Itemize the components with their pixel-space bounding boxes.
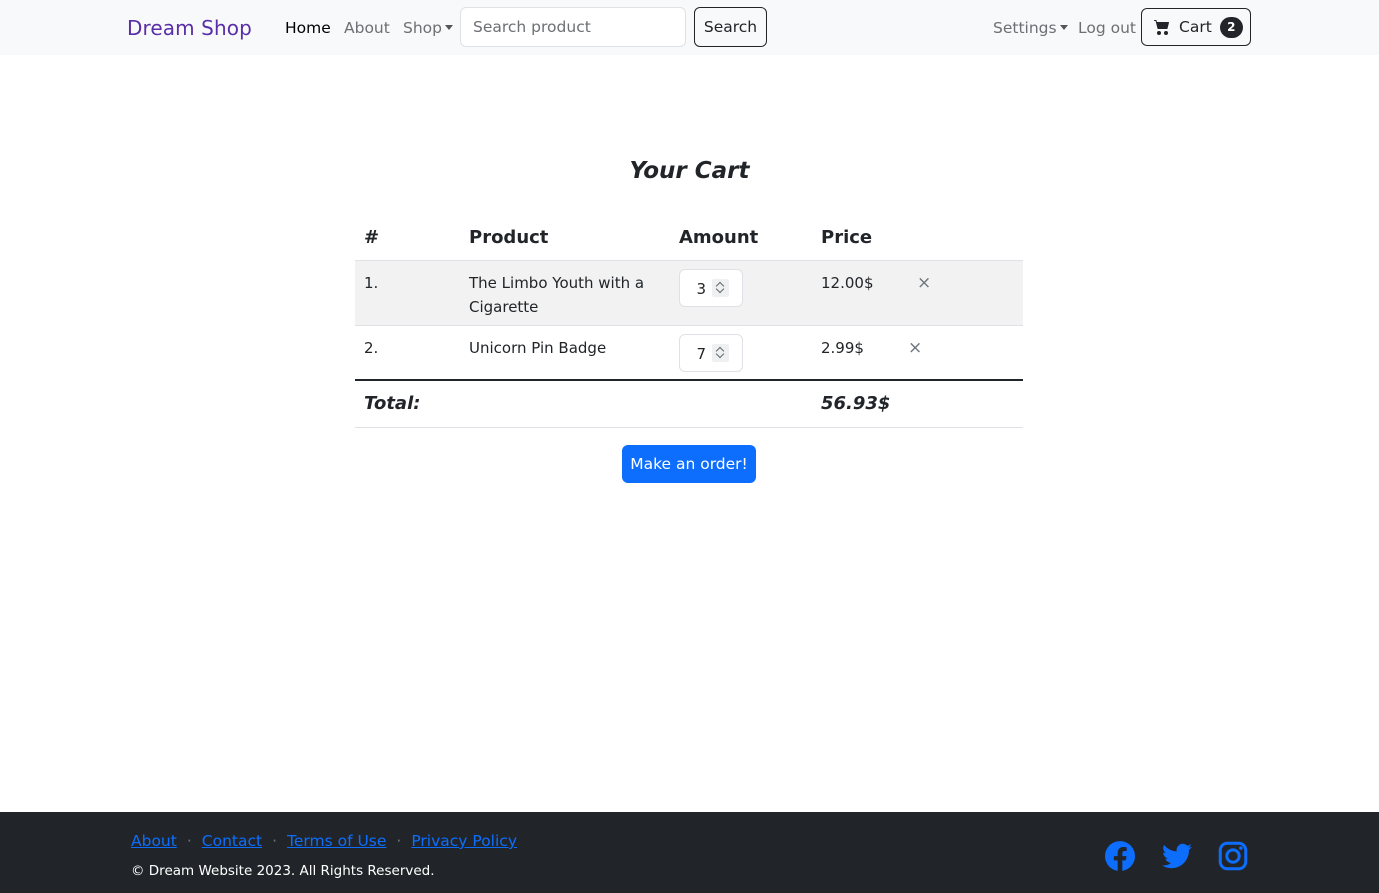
remove-item-button[interactable]: × (908, 339, 922, 357)
row-index: 2. (355, 325, 460, 381)
quantity-value: 3 (696, 279, 706, 298)
column-header-price: Price (812, 216, 904, 261)
cart-icon (1154, 20, 1169, 35)
navbar: Dream Shop Home About Shop Search Settin… (0, 0, 1379, 55)
row-product: Unicorn Pin Badge (460, 325, 670, 381)
cart-label: Cart (1179, 18, 1212, 36)
settings-label: Settings (993, 19, 1057, 37)
row-product: The Limbo Youth with a Cigarette (460, 260, 670, 326)
chevron-down-icon (445, 25, 453, 30)
nav-shop-label: Shop (403, 19, 442, 37)
footer-link-contact[interactable]: Contact (202, 832, 262, 850)
footer-link-terms[interactable]: Terms of Use (287, 832, 386, 850)
facebook-icon[interactable] (1105, 841, 1135, 871)
table-row: 2. Unicorn Pin Badge 7 2.99$ × (355, 325, 1023, 381)
column-header-product: Product (460, 216, 670, 261)
spinner-arrows-icon[interactable] (712, 343, 729, 362)
table-header-row: # Product Amount Price (355, 216, 1023, 261)
nav-home[interactable]: Home (285, 19, 331, 37)
total-value: 56.93$ (812, 380, 1023, 428)
spinner-arrows-icon[interactable] (712, 278, 729, 297)
column-header-amount: Amount (670, 216, 812, 261)
column-header-remove (904, 216, 1023, 261)
table-row: 1. The Limbo Youth with a Cigarette 3 12… (355, 260, 1023, 326)
search-input[interactable] (460, 7, 686, 47)
footer-link-about[interactable]: About (131, 832, 177, 850)
twitter-icon[interactable] (1162, 841, 1192, 871)
separator: · (396, 832, 402, 850)
quantity-value: 7 (696, 344, 706, 363)
search-button[interactable]: Search (694, 7, 767, 47)
separator: · (272, 832, 278, 850)
cart-table: # Product Amount Price 1. The Limbo Yout… (355, 216, 1023, 428)
brand-logo[interactable]: Dream Shop (127, 16, 252, 40)
quantity-stepper[interactable]: 3 (679, 268, 743, 307)
row-remove-cell: × (904, 325, 1023, 381)
footer: About · Contact · Terms of Use · Privacy Polic… (0, 812, 1379, 893)
nav-shop-dropdown[interactable]: Shop (403, 19, 453, 37)
chevron-down-icon (1059, 25, 1068, 30)
instagram-icon[interactable] (1218, 841, 1248, 871)
cart-button[interactable]: Cart 2 (1141, 8, 1251, 46)
footer-link-privacy[interactable]: Privacy Policy (411, 832, 517, 850)
settings-dropdown[interactable]: Settings (993, 19, 1068, 37)
total-row: Total: 56.93$ (355, 380, 1023, 428)
row-price: 12.00$ (812, 260, 904, 326)
page-title: Your Cart (629, 158, 750, 184)
copyright-text: © Dream Website 2023. All Rights Reserve… (131, 863, 435, 879)
logout-link[interactable]: Log out (1078, 19, 1136, 37)
make-order-button[interactable]: Make an order! (622, 445, 756, 483)
row-amount-cell: 3 (670, 260, 812, 326)
row-remove-cell: × (904, 260, 1023, 326)
total-label: Total: (355, 380, 812, 428)
cart-count-badge: 2 (1219, 16, 1243, 38)
row-price: 2.99$ (812, 325, 904, 381)
column-header-index: # (355, 216, 460, 261)
footer-links: About · Contact · Terms of Use · Privacy Polic… (131, 832, 517, 850)
row-amount-cell: 7 (670, 325, 812, 381)
nav-about[interactable]: About (344, 19, 390, 37)
row-index: 1. (355, 260, 460, 326)
quantity-stepper[interactable]: 7 (679, 333, 743, 372)
remove-item-button[interactable]: × (917, 274, 931, 292)
separator: · (186, 832, 192, 850)
